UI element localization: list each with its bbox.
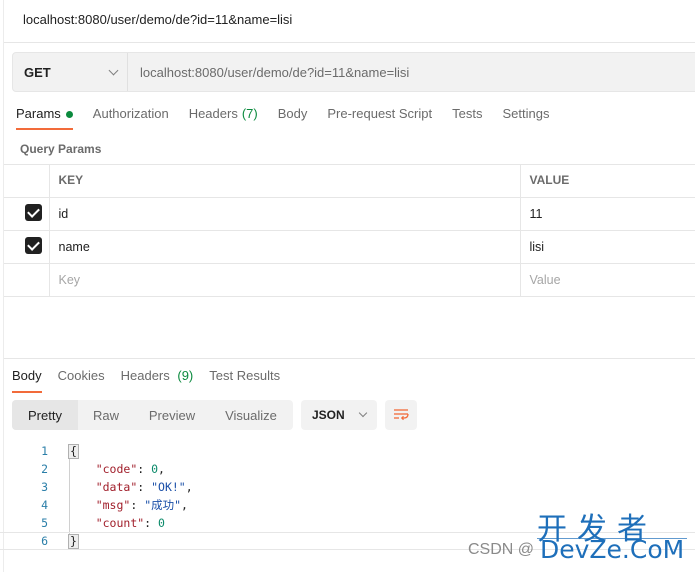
line-number: 3 <box>41 480 48 494</box>
wrap-lines-button[interactable] <box>385 400 417 430</box>
chevron-down-icon <box>108 65 119 75</box>
param-value-cell[interactable]: lisi <box>520 230 695 264</box>
row-checkbox-cell <box>4 197 50 231</box>
json-value: "OK!" <box>151 480 186 494</box>
watermark-devze: DevZe.CoM <box>540 535 685 564</box>
table-row: name lisi <box>4 230 695 264</box>
tab-label: Tests <box>452 106 483 121</box>
new-key-input[interactable]: Key <box>49 263 521 297</box>
response-tab-cookies[interactable]: Cookies <box>58 368 105 393</box>
json-key: "code" <box>95 462 138 476</box>
tab-label: Settings <box>502 106 550 121</box>
tab-headers[interactable]: Headers (7) <box>189 106 258 130</box>
tab-label: Headers <box>188 106 238 121</box>
line-number: 4 <box>41 498 48 512</box>
view-visualize-button[interactable]: Visualize <box>210 400 292 430</box>
wrap-lines-icon <box>394 409 409 421</box>
tab-label: Headers <box>120 368 170 383</box>
tab-body[interactable]: Body <box>278 106 308 130</box>
response-tab-headers[interactable]: Headers (9) <box>121 368 194 393</box>
view-pretty-button[interactable]: Pretty <box>12 400 78 430</box>
chevron-down-icon <box>358 408 368 418</box>
request-title-bar: localhost:8080/user/demo/de?id=11&name=l… <box>4 0 695 43</box>
param-checkbox-name[interactable] <box>24 236 42 254</box>
view-preview-button[interactable]: Preview <box>134 400 210 430</box>
method-label: GET <box>24 64 51 80</box>
table-row-empty: Key Value <box>4 263 695 297</box>
tab-label: Params <box>16 106 61 121</box>
view-mode-group: Pretty Raw Preview Visualize <box>12 400 293 430</box>
query-params-table: KEY VALUE id 11 name lisi Key Value <box>4 164 695 297</box>
row-checkbox-cell <box>4 263 50 297</box>
code-line: 2 "code": 0, <box>0 460 695 478</box>
json-separator: : <box>130 498 145 512</box>
param-key-cell[interactable]: name <box>49 230 521 264</box>
response-tab-body[interactable]: Body <box>12 368 42 393</box>
line-number: 2 <box>41 462 48 476</box>
method-select[interactable]: GET <box>13 53 128 91</box>
tab-label: Body <box>277 106 308 121</box>
param-value-cell[interactable]: 11 <box>520 197 695 231</box>
value-column-header: VALUE <box>520 164 695 198</box>
line-number: 5 <box>41 516 48 530</box>
param-checkbox-id[interactable] <box>24 203 42 221</box>
table-row: id 11 <box>4 197 695 231</box>
response-divider[interactable] <box>4 358 695 359</box>
headers-count: (7) <box>241 106 258 121</box>
close-brace: } <box>68 533 79 549</box>
watermark-csdn: CSDN @ <box>468 541 535 558</box>
json-separator: : <box>137 480 152 494</box>
json-comma: , <box>158 462 165 476</box>
tab-params[interactable]: Params <box>16 106 73 130</box>
json-value: 0 <box>158 516 165 530</box>
query-params-heading: Query Params <box>20 142 102 156</box>
json-comma: , <box>185 480 193 494</box>
json-value: 0 <box>151 462 159 476</box>
response-tabs: Body Cookies Headers (9) Test Results <box>12 368 296 393</box>
tab-settings[interactable]: Settings <box>502 106 549 130</box>
open-brace: { <box>68 443 79 459</box>
tab-tests[interactable]: Tests <box>452 106 482 130</box>
row-checkbox-cell <box>4 230 50 264</box>
code-line: 1 { <box>0 442 695 460</box>
table-header-row: KEY VALUE <box>4 164 695 198</box>
response-headers-count: (9) <box>177 368 194 383</box>
view-raw-button[interactable]: Raw <box>78 400 134 430</box>
key-column-header: KEY <box>49 164 521 198</box>
url-bar: GET localhost:8080/user/demo/de?id=11&na… <box>12 52 695 92</box>
active-indicator-dot-icon <box>65 111 73 118</box>
json-key: "count" <box>95 516 145 530</box>
line-number: 1 <box>41 444 48 458</box>
request-title: localhost:8080/user/demo/de?id=11&name=l… <box>23 12 293 27</box>
json-value: "成功" <box>144 498 182 512</box>
code-line: 3 "data": "OK!", <box>0 478 695 496</box>
new-value-input[interactable]: Value <box>520 263 695 297</box>
format-label: JSON <box>312 408 345 422</box>
format-select[interactable]: JSON <box>301 400 377 430</box>
tab-label: Authorization <box>92 106 169 121</box>
json-separator: : <box>137 462 152 476</box>
checkbox-column-header <box>4 164 50 198</box>
url-input[interactable]: localhost:8080/user/demo/de?id=11&name=l… <box>128 65 695 80</box>
param-key-cell[interactable]: id <box>49 197 521 231</box>
line-number: 6 <box>41 534 48 548</box>
json-comma: , <box>181 498 188 512</box>
json-key: "data" <box>95 480 138 494</box>
tab-authorization[interactable]: Authorization <box>93 106 169 130</box>
tab-pre-request-script[interactable]: Pre-request Script <box>327 106 432 130</box>
response-tab-test-results[interactable]: Test Results <box>209 368 280 393</box>
json-separator: : <box>144 516 159 530</box>
request-tabs: Params Authorization Headers (7) Body Pr… <box>16 106 569 130</box>
json-key: "msg" <box>95 498 131 512</box>
tab-label: Pre-request Script <box>327 106 433 121</box>
